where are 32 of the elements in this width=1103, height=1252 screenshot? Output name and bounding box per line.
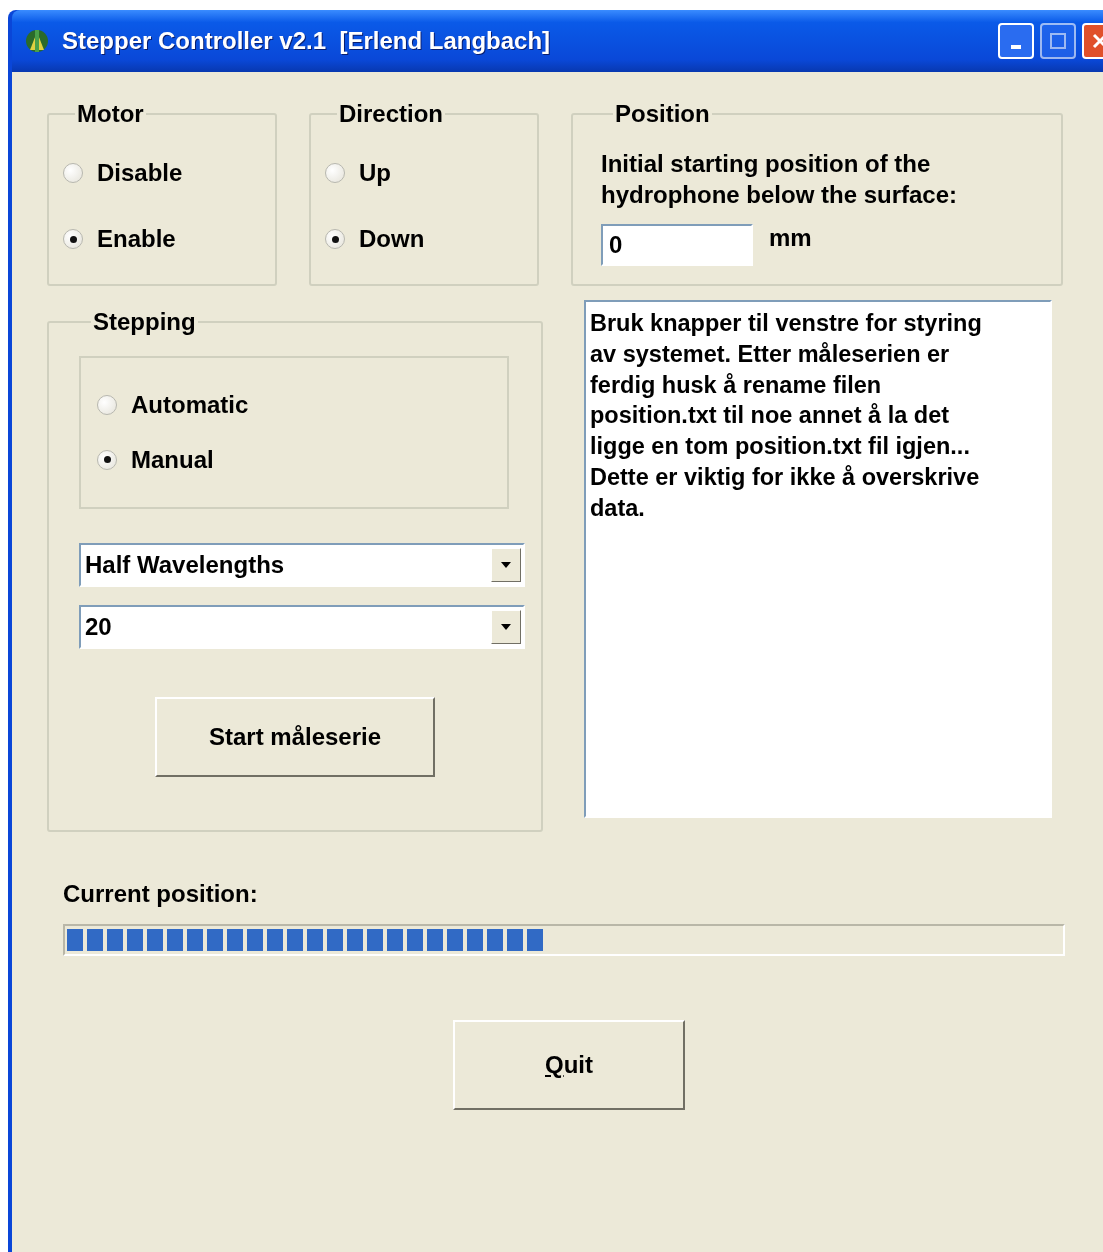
radio-circle[interactable]	[63, 229, 83, 249]
group-label: Direction	[338, 100, 444, 128]
radio-circle[interactable]	[97, 395, 117, 416]
quit-button[interactable]: Quit	[453, 1020, 685, 1110]
radio-circle[interactable]	[325, 229, 345, 249]
info-text-area[interactable]: Bruk knapper til venstre for styring av systemet. Etter måleserien er ferdig husk å rename filen position.txt til noe annet å la det ligge en tom position.txt fil igjen... Dette er viktig for ikke å overskrive data.	[584, 300, 1052, 818]
caret-icon	[500, 561, 512, 569]
minimize-button[interactable]	[998, 23, 1034, 59]
radio-circle[interactable]	[63, 163, 83, 183]
maximize-button[interactable]	[1040, 23, 1076, 59]
count-dropdown[interactable]: 20	[79, 605, 525, 649]
group-label: Position	[614, 100, 711, 128]
position-description: Initial starting position of the hydrophone below the surface:	[601, 149, 959, 210]
radio-button[interactable]: Down	[325, 225, 523, 253]
position-field[interactable]: 0	[601, 224, 753, 266]
radio-circle[interactable]	[325, 163, 345, 183]
group-label: Stepping	[92, 308, 197, 336]
current-position-label: Current position:	[63, 880, 259, 908]
start-button[interactable]: Start måleserie	[155, 697, 435, 777]
unit-label: mm	[769, 224, 812, 252]
window-title: Stepper Controller v2.1 [Erlend Langbach]	[62, 27, 552, 55]
maximize-icon	[1049, 32, 1067, 50]
radio-button[interactable]: Automatic	[97, 391, 491, 420]
mode-dropdown[interactable]: Half Wavelengths	[79, 543, 525, 587]
caret-icon	[500, 623, 512, 631]
radio-circle[interactable]	[97, 449, 117, 470]
radio-button[interactable]: Enable	[63, 225, 261, 253]
minimize-icon	[1011, 45, 1021, 49]
radio-button[interactable]: Up	[325, 159, 523, 187]
radio-button[interactable]: Manual	[97, 445, 491, 474]
radio-button[interactable]: Disable	[63, 159, 261, 187]
group-label: Motor	[76, 100, 145, 128]
